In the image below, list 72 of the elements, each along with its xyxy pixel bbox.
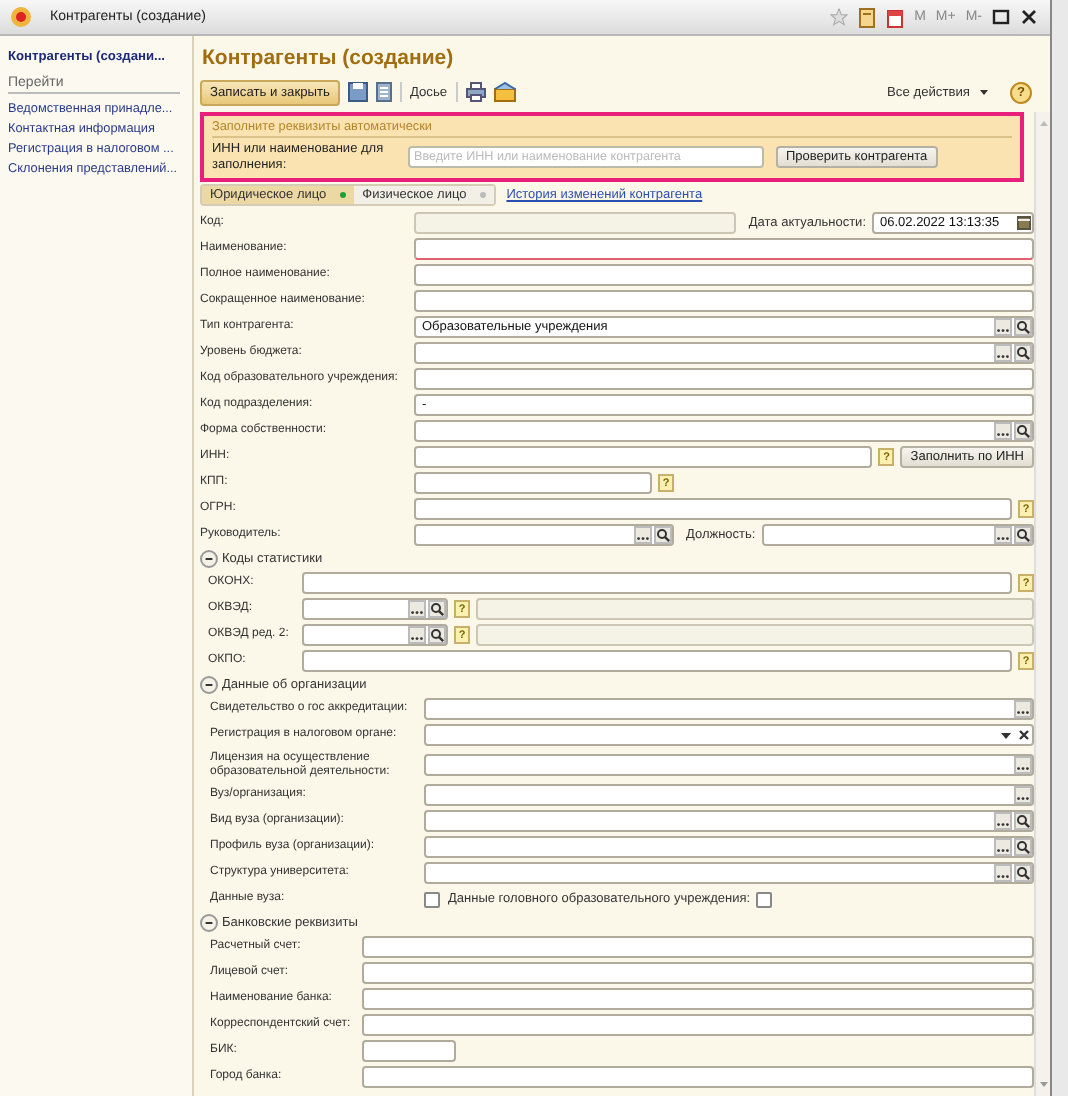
ellipsis-icon[interactable] <box>994 864 1012 882</box>
calendar-icon[interactable] <box>886 7 905 27</box>
scroll-down-icon[interactable] <box>1037 1078 1049 1090</box>
choice-field[interactable] <box>414 524 674 546</box>
select-field[interactable] <box>424 754 1034 776</box>
search-icon[interactable] <box>1014 422 1032 440</box>
search-icon[interactable] <box>1014 344 1032 362</box>
choice-field[interactable] <box>424 862 1034 884</box>
search-icon[interactable] <box>1014 838 1032 856</box>
checkbox[interactable] <box>756 891 773 907</box>
text-field[interactable] <box>414 264 1034 286</box>
code-field[interactable] <box>414 212 737 234</box>
choice-field[interactable] <box>761 524 1034 546</box>
text-field[interactable] <box>414 498 1012 520</box>
text-field[interactable] <box>414 446 873 468</box>
search-icon[interactable] <box>428 626 446 644</box>
choice-field[interactable] <box>414 342 1034 364</box>
ellipsis-icon[interactable] <box>994 838 1012 856</box>
text-field[interactable] <box>362 1066 1034 1088</box>
star-icon[interactable] <box>830 8 849 26</box>
text-field[interactable] <box>414 238 1034 260</box>
ellipsis-icon[interactable] <box>994 422 1012 440</box>
list-icon[interactable] <box>375 82 392 102</box>
ellipsis-icon[interactable] <box>1014 700 1032 718</box>
text-field[interactable] <box>362 936 1034 958</box>
printer-icon[interactable] <box>465 82 486 102</box>
choice-field[interactable] <box>424 810 1034 832</box>
ellipsis-icon[interactable] <box>634 526 652 544</box>
search-icon[interactable] <box>1014 864 1032 882</box>
choice-field[interactable] <box>414 420 1034 442</box>
restore-icon[interactable] <box>992 8 1010 26</box>
text-field[interactable] <box>302 650 1012 672</box>
ellipsis-icon[interactable] <box>1014 786 1032 804</box>
scrollbar[interactable] <box>1034 112 1050 1096</box>
ellipsis-icon[interactable] <box>1014 756 1032 774</box>
choice-field[interactable] <box>302 624 448 646</box>
collapse-icon[interactable] <box>200 676 218 694</box>
form-title: Контрагенты (создание) <box>202 46 456 70</box>
text-field[interactable] <box>362 988 1034 1010</box>
text-field[interactable] <box>414 290 1034 312</box>
ellipsis-icon[interactable] <box>408 626 426 644</box>
ellipsis-icon[interactable] <box>994 526 1012 544</box>
ellipsis-icon[interactable] <box>994 812 1012 830</box>
search-icon[interactable] <box>1014 318 1032 336</box>
text-field[interactable] <box>362 1040 456 1062</box>
text-field[interactable] <box>414 472 652 494</box>
select-field[interactable] <box>424 698 1034 720</box>
dropdown-field[interactable] <box>424 724 1034 746</box>
collapse-icon[interactable] <box>200 550 218 568</box>
choice-field[interactable] <box>424 836 1034 858</box>
ellipsis-icon[interactable] <box>994 318 1012 336</box>
text-field[interactable] <box>362 1014 1034 1036</box>
search-icon[interactable] <box>428 600 446 618</box>
ellipsis-icon[interactable] <box>994 344 1012 362</box>
checkbox[interactable] <box>424 891 440 907</box>
clear-icon[interactable] <box>1016 726 1032 744</box>
caret-icon[interactable] <box>978 86 990 98</box>
document-icon[interactable] <box>858 7 877 27</box>
calendar-icon[interactable] <box>1016 214 1032 232</box>
text-field[interactable] <box>414 368 1034 390</box>
search-icon[interactable] <box>1014 812 1032 830</box>
search-icon[interactable] <box>654 526 672 544</box>
collapse-icon[interactable] <box>200 914 218 932</box>
choice-field[interactable] <box>302 598 448 620</box>
envelope-icon[interactable] <box>493 82 516 102</box>
search-icon[interactable] <box>1014 526 1032 544</box>
ellipsis-icon[interactable] <box>408 600 426 618</box>
text-field[interactable] <box>362 962 1034 984</box>
select-field[interactable] <box>424 784 1034 806</box>
app-logo-icon <box>10 6 32 28</box>
text-field[interactable] <box>302 572 1012 594</box>
close-icon[interactable] <box>1020 8 1038 26</box>
